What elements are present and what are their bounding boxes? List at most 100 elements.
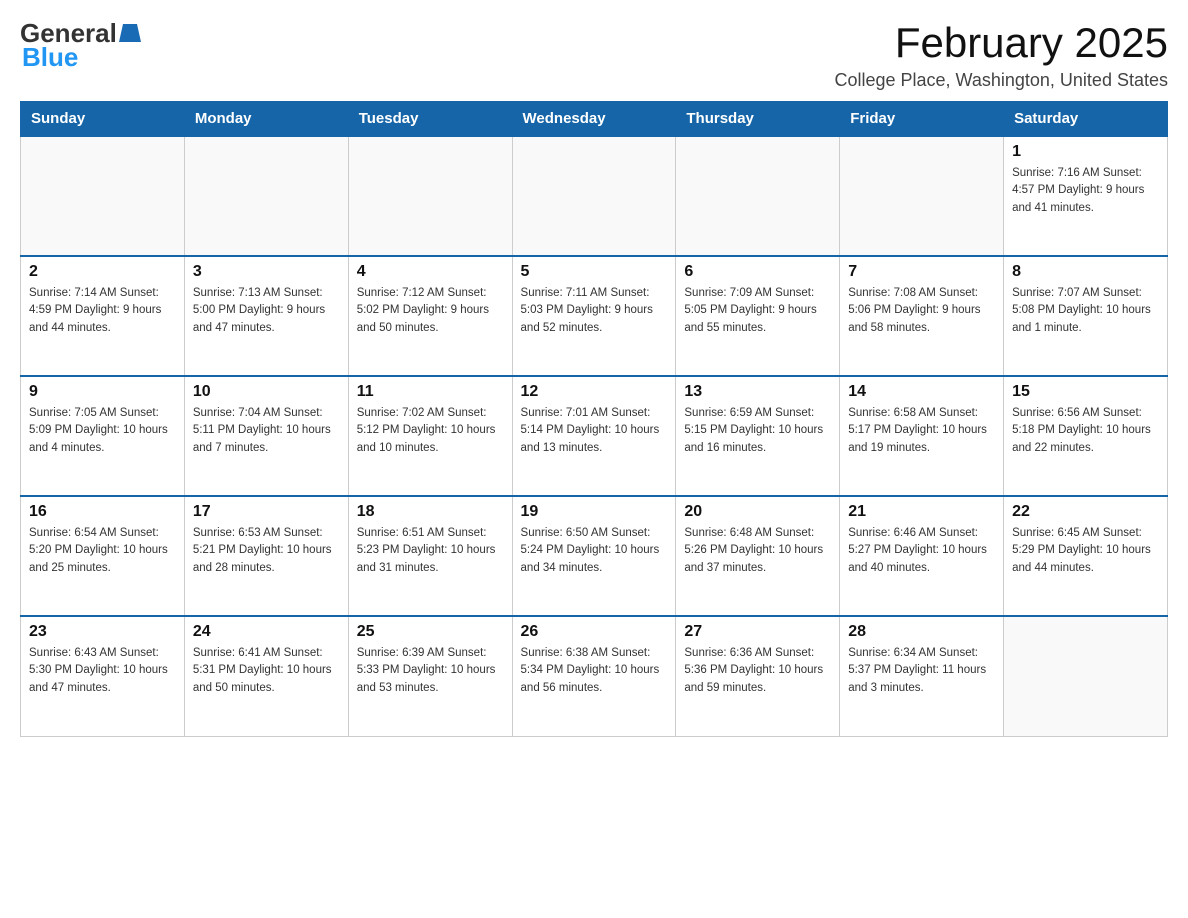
day-number: 7 [848,263,995,281]
calendar-cell: 18 Sunrise: 6:51 AM Sunset: 5:23 PM Dayli… [348,496,512,616]
day-number: 26 [521,623,668,641]
day-info: Sunrise: 6:41 AM Sunset: 5:31 PM Dayligh… [193,645,340,697]
day-info: Sunrise: 7:13 AM Sunset: 5:00 PM Dayligh… [193,285,340,337]
day-info: Sunrise: 7:16 AM Sunset: 4:57 PM Dayligh… [1012,165,1159,217]
day-info: Sunrise: 7:11 AM Sunset: 5:03 PM Dayligh… [521,285,668,337]
day-number: 16 [29,503,176,521]
calendar-cell: 11Sunrise: 7:02 AM Sunset: 5:12 PM Dayli… [348,376,512,496]
day-number: 18 [357,503,504,521]
day-number: 14 [848,383,995,401]
day-info: Sunrise: 7:12 AM Sunset: 5:02 PM Dayligh… [357,285,504,337]
calendar-cell: 16 Sunrise: 6:54 AM Sunset: 5:20 PM Dayli… [21,496,185,616]
day-info: Sunrise: 6:58 AM Sunset: 5:17 PM Dayligh… [848,405,995,457]
calendar-cell [348,136,512,256]
day-info: Sunrise: 6:45 AM Sunset: 5:29 PM Dayligh… [1012,525,1159,577]
day-number: 17 [193,503,340,521]
calendar-week-row-5: 23 Sunrise: 6:43 AM Sunset: 5:30 PM Dayli… [21,616,1168,736]
day-info: Sunrise: 6:43 AM Sunset: 5:30 PM Dayligh… [29,645,176,697]
day-info: Sunrise: 6:53 AM Sunset: 5:21 PM Dayligh… [193,525,340,577]
calendar-cell: 14 Sunrise: 6:58 AM Sunset: 5:17 PM Dayli… [840,376,1004,496]
day-info: Sunrise: 7:09 AM Sunset: 5:05 PM Dayligh… [684,285,831,337]
month-title: February 2025 [834,20,1168,66]
day-number: 5 [521,263,668,281]
calendar-cell: 21Sunrise: 6:46 AM Sunset: 5:27 PM Dayli… [840,496,1004,616]
day-info: Sunrise: 7:01 AM Sunset: 5:14 PM Dayligh… [521,405,668,457]
calendar-header-friday: Friday [840,102,1004,137]
calendar-header-tuesday: Tuesday [348,102,512,137]
calendar-cell: 25Sunrise: 6:39 AM Sunset: 5:33 PM Dayli… [348,616,512,736]
calendar-header-sunday: Sunday [21,102,185,137]
calendar-cell: 24 Sunrise: 6:41 AM Sunset: 5:31 PM Dayli… [184,616,348,736]
calendar-cell: 13 Sunrise: 6:59 AM Sunset: 5:15 PM Dayli… [676,376,840,496]
calendar-header-row: SundayMondayTuesdayWednesdayThursdayFrid… [21,102,1168,137]
calendar-cell: 10 Sunrise: 7:04 AM Sunset: 5:11 PM Dayli… [184,376,348,496]
day-info: Sunrise: 6:51 AM Sunset: 5:23 PM Dayligh… [357,525,504,577]
calendar-cell [1004,616,1168,736]
title-block: February 2025 College Place, Washington,… [834,20,1168,91]
day-number: 4 [357,263,504,281]
calendar-cell: 9 Sunrise: 7:05 AM Sunset: 5:09 PM Daylig… [21,376,185,496]
day-number: 9 [29,383,176,401]
calendar-cell: 23 Sunrise: 6:43 AM Sunset: 5:30 PM Dayli… [21,616,185,736]
day-number: 22 [1012,503,1159,521]
calendar-cell [676,136,840,256]
calendar-cell: 27 Sunrise: 6:36 AM Sunset: 5:36 PM Dayli… [676,616,840,736]
day-number: 20 [684,503,831,521]
calendar-cell [184,136,348,256]
calendar-cell: 2Sunrise: 7:14 AM Sunset: 4:59 PM Daylig… [21,256,185,376]
day-info: Sunrise: 7:07 AM Sunset: 5:08 PM Dayligh… [1012,285,1159,337]
day-info: Sunrise: 6:59 AM Sunset: 5:15 PM Dayligh… [684,405,831,457]
day-number: 8 [1012,263,1159,281]
calendar-cell: 6 Sunrise: 7:09 AM Sunset: 5:05 PM Daylig… [676,256,840,376]
calendar-cell: 15 Sunrise: 6:56 AM Sunset: 5:18 PM Dayli… [1004,376,1168,496]
day-number: 19 [521,503,668,521]
day-info: Sunrise: 6:38 AM Sunset: 5:34 PM Dayligh… [521,645,668,697]
logo-blue-text: Blue [20,42,78,73]
day-number: 15 [1012,383,1159,401]
day-number: 12 [521,383,668,401]
calendar-header-thursday: Thursday [676,102,840,137]
calendar-cell [840,136,1004,256]
day-number: 24 [193,623,340,641]
day-number: 25 [357,623,504,641]
location-subtitle: College Place, Washington, United States [834,70,1168,91]
calendar-header-wednesday: Wednesday [512,102,676,137]
calendar-cell: 26 Sunrise: 6:38 AM Sunset: 5:34 PM Dayli… [512,616,676,736]
calendar-cell: 17 Sunrise: 6:53 AM Sunset: 5:21 PM Dayli… [184,496,348,616]
day-info: Sunrise: 7:08 AM Sunset: 5:06 PM Dayligh… [848,285,995,337]
calendar-cell: 22 Sunrise: 6:45 AM Sunset: 5:29 PM Dayli… [1004,496,1168,616]
calendar-cell [512,136,676,256]
calendar-cell: 12 Sunrise: 7:01 AM Sunset: 5:14 PM Dayli… [512,376,676,496]
calendar-cell: 8 Sunrise: 7:07 AM Sunset: 5:08 PM Daylig… [1004,256,1168,376]
day-info: Sunrise: 7:05 AM Sunset: 5:09 PM Dayligh… [29,405,176,457]
day-info: Sunrise: 7:14 AM Sunset: 4:59 PM Dayligh… [29,285,176,337]
day-number: 27 [684,623,831,641]
day-number: 10 [193,383,340,401]
calendar-cell: 28Sunrise: 6:34 AM Sunset: 5:37 PM Dayli… [840,616,1004,736]
day-info: Sunrise: 6:36 AM Sunset: 5:36 PM Dayligh… [684,645,831,697]
day-number: 6 [684,263,831,281]
calendar-cell: 19Sunrise: 6:50 AM Sunset: 5:24 PM Dayli… [512,496,676,616]
day-number: 28 [848,623,995,641]
calendar-cell [21,136,185,256]
calendar-header-monday: Monday [184,102,348,137]
day-info: Sunrise: 6:46 AM Sunset: 5:27 PM Dayligh… [848,525,995,577]
calendar-cell: 4 Sunrise: 7:12 AM Sunset: 5:02 PM Daylig… [348,256,512,376]
calendar-week-row-1: 1Sunrise: 7:16 AM Sunset: 4:57 PM Daylig… [21,136,1168,256]
day-number: 13 [684,383,831,401]
day-info: Sunrise: 7:04 AM Sunset: 5:11 PM Dayligh… [193,405,340,457]
day-info: Sunrise: 6:48 AM Sunset: 5:26 PM Dayligh… [684,525,831,577]
calendar-table: SundayMondayTuesdayWednesdayThursdayFrid… [20,101,1168,737]
day-info: Sunrise: 6:54 AM Sunset: 5:20 PM Dayligh… [29,525,176,577]
page-header: General Blue February 2025 College Place… [20,20,1168,91]
day-number: 11 [357,383,504,401]
calendar-week-row-4: 16 Sunrise: 6:54 AM Sunset: 5:20 PM Dayli… [21,496,1168,616]
calendar-cell: 3Sunrise: 7:13 AM Sunset: 5:00 PM Daylig… [184,256,348,376]
day-number: 23 [29,623,176,641]
logo: General Blue [20,20,143,73]
calendar-week-row-3: 9 Sunrise: 7:05 AM Sunset: 5:09 PM Daylig… [21,376,1168,496]
calendar-week-row-2: 2Sunrise: 7:14 AM Sunset: 4:59 PM Daylig… [21,256,1168,376]
calendar-cell: 20 Sunrise: 6:48 AM Sunset: 5:26 PM Dayli… [676,496,840,616]
calendar-header-saturday: Saturday [1004,102,1168,137]
day-info: Sunrise: 6:56 AM Sunset: 5:18 PM Dayligh… [1012,405,1159,457]
